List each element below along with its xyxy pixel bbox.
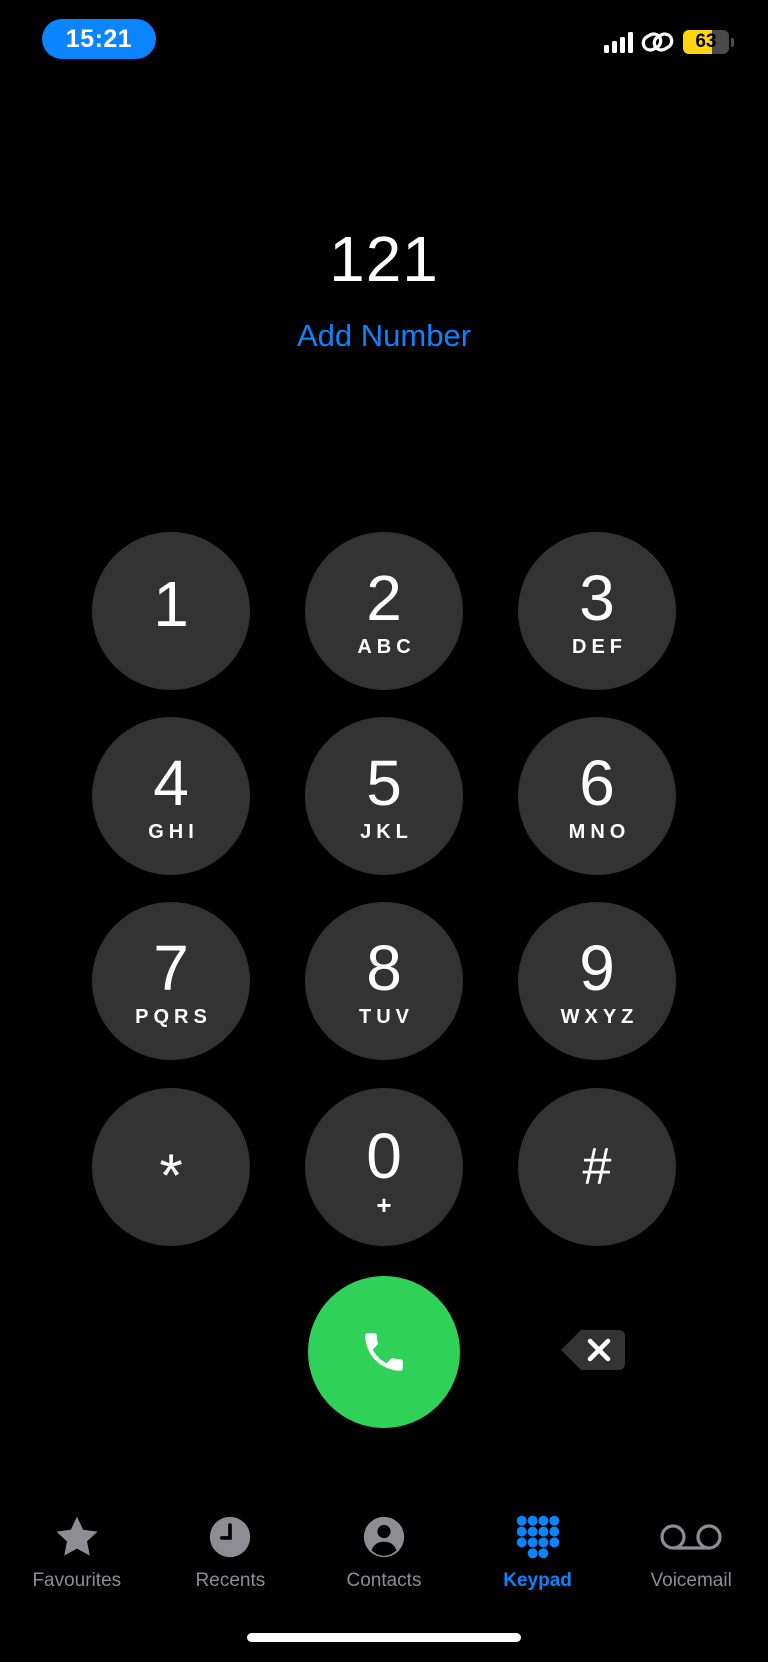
key-9[interactable]: 9 WXYZ [518,902,676,1060]
key-2[interactable]: 2 ABC [305,532,463,690]
delete-backspace-icon [561,1330,625,1370]
tab-recents[interactable]: Recents [154,1512,308,1592]
star-icon [53,1512,101,1562]
key-0[interactable]: 0 + [305,1088,463,1246]
key-digit: 7 [153,932,189,1004]
key-letters: MNO [568,821,631,843]
key-letters: DEF [572,636,627,658]
key-digit: 4 [153,747,189,819]
key-letters: TUV [359,1006,414,1028]
key-digit: 5 [366,747,402,819]
key-star[interactable]: * [92,1088,250,1246]
key-digit: 6 [579,747,615,819]
tab-label: Contacts [346,1570,422,1591]
personal-hotspot-link-icon [641,32,674,52]
tab-label: Voicemail [650,1570,732,1591]
home-indicator[interactable] [247,1633,521,1642]
phone-icon [365,1333,403,1371]
status-indicators: 63 [604,30,734,54]
status-time: 15:21 [65,24,133,53]
tab-label: Favourites [32,1570,122,1591]
battery-cap [731,37,734,47]
key-digit: 9 [579,932,615,1004]
tab-favourites[interactable]: Favourites [0,1512,154,1592]
key-4[interactable]: 4 GHI [92,717,250,875]
call-button[interactable] [308,1276,460,1428]
key-1[interactable]: 1 [92,532,250,690]
tab-keypad[interactable]: Keypad [461,1512,615,1592]
tab-bar: Favourites Recents Contacts Keypad Voice… [0,1512,768,1592]
key-letters: + [376,1190,392,1220]
clock-icon [208,1512,252,1562]
tab-voicemail[interactable]: Voicemail [614,1512,768,1592]
tab-contacts[interactable]: Contacts [307,1512,461,1592]
dialed-number: 121 [329,223,439,295]
cellular-signal-icon [604,31,633,53]
tab-label: Recents [195,1570,266,1591]
key-digit: * [159,1142,183,1209]
key-digit: 2 [366,562,402,634]
key-digit: 1 [153,568,189,640]
key-5[interactable]: 5 JKL [305,717,463,875]
key-8[interactable]: 8 TUV [305,902,463,1060]
key-letters: PQRS [135,1006,212,1028]
key-6[interactable]: 6 MNO [518,717,676,875]
add-number-link[interactable]: Add Number [0,318,768,354]
battery-icon: 63 [683,30,729,54]
key-letters: JKL [360,821,413,843]
key-digit: 3 [579,562,615,634]
key-3[interactable]: 3 DEF [518,532,676,690]
keypad-grid-icon [515,1512,561,1562]
key-hash[interactable]: # [518,1088,676,1246]
key-letters: ABC [357,636,416,658]
key-digit: 8 [366,932,402,1004]
person-circle-icon [362,1512,406,1562]
tab-label: Keypad [503,1570,572,1591]
status-time-pill[interactable]: 15:21 [42,19,156,59]
key-digit: 0 [366,1120,402,1192]
delete-button[interactable] [561,1328,625,1372]
key-digit: # [582,1138,612,1196]
key-letters: WXYZ [560,1006,639,1028]
voicemail-icon [659,1512,723,1562]
battery-level: 63 [695,31,717,52]
key-7[interactable]: 7 PQRS [92,902,250,1060]
key-letters: GHI [148,821,199,843]
